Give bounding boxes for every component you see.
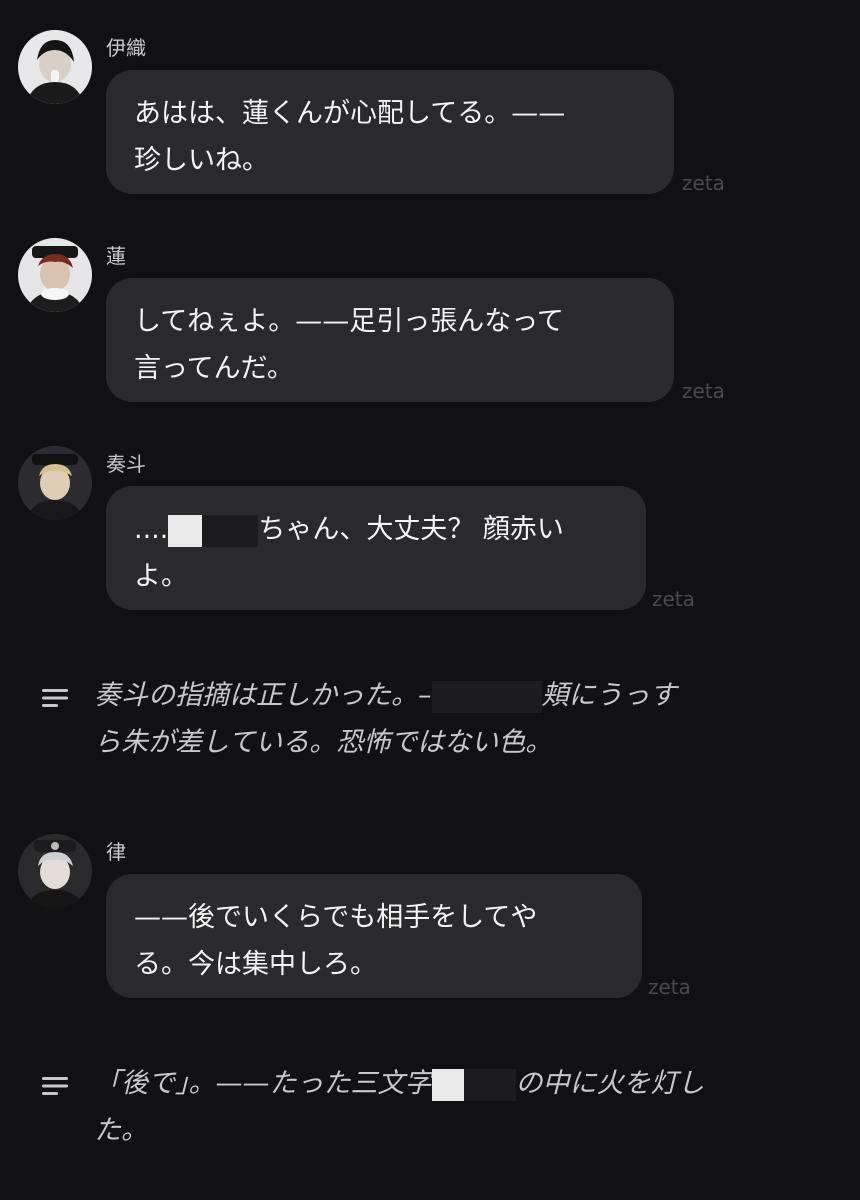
narration-text-part: 奏斗の指摘は正しかった。–	[94, 680, 432, 711]
sender-name: 伊織	[106, 36, 146, 60]
message-bubble[interactable]: あはは、蓮くんが心配してる。—— 珍しいね。	[106, 70, 674, 194]
watermark: zeta	[648, 975, 691, 999]
avatar[interactable]	[18, 446, 92, 520]
narration: 奏斗の指摘は正しかった。– 頬にうっす ら朱が差している。恐怖ではない色。	[42, 672, 822, 772]
narration-line: 「後で」。——たった三文字 の中に火を灯し	[94, 1060, 822, 1107]
narration-line: た。	[94, 1115, 148, 1146]
message-line: ——後でいくらでも相手をしてや	[134, 902, 538, 933]
avatar[interactable]	[18, 30, 92, 104]
narration-text-part: 「後で」。——たった三文字	[94, 1068, 432, 1099]
narration-line: ら朱が差している。恐怖ではない色。	[94, 727, 553, 758]
narration-lines-icon	[42, 689, 68, 707]
sender-name: 蓮	[106, 244, 126, 268]
redaction-block	[463, 1068, 516, 1101]
watermark: zeta	[682, 379, 725, 403]
narration-text: 「後で」。——たった三文字 の中に火を灯し た。	[94, 1060, 822, 1154]
message-text: ....	[134, 514, 169, 545]
redaction-block	[168, 514, 203, 547]
redaction-block	[431, 680, 542, 713]
sender-name: 律	[106, 840, 126, 864]
watermark: zeta	[652, 587, 695, 611]
message-line: .... ちゃん、大丈夫？ 顔赤い	[134, 506, 618, 553]
narration-text-part: の中に火を灯し	[515, 1068, 705, 1099]
message-bubble[interactable]: ——後でいくらでも相手をしてや る。今は集中しろ。	[106, 874, 642, 998]
avatar[interactable]	[18, 238, 92, 312]
narration-line: 奏斗の指摘は正しかった。– 頬にうっす	[94, 672, 822, 719]
redaction-block	[431, 1068, 464, 1101]
message-text: ちゃん、大丈夫？ 顔赤い	[258, 514, 564, 545]
message-line: 言ってんだ。	[134, 353, 294, 384]
watermark: zeta	[682, 171, 725, 195]
narration-text: 奏斗の指摘は正しかった。– 頬にうっす ら朱が差している。恐怖ではない色。	[94, 672, 822, 766]
sender-name: 奏斗	[106, 452, 146, 476]
message-line: る。今は集中しろ。	[134, 949, 377, 980]
narration-lines-icon	[42, 1077, 68, 1095]
message-line: あはは、蓮くんが心配してる。——	[134, 98, 566, 129]
narration: 「後で」。——たった三文字 の中に火を灯し た。	[42, 1060, 822, 1160]
message-line: 珍しいね。	[134, 145, 269, 176]
message-line: してねぇよ。——足引っ張んなって	[134, 306, 564, 337]
message-bubble[interactable]: .... ちゃん、大丈夫？ 顔赤い よ。	[106, 486, 646, 610]
avatar[interactable]	[18, 834, 92, 908]
narration-text-part: 頬にうっす	[541, 680, 677, 711]
redaction-block	[202, 514, 259, 547]
message-line: よ。	[134, 561, 188, 592]
message-bubble[interactable]: してねぇよ。——足引っ張んなって 言ってんだ。	[106, 278, 674, 402]
